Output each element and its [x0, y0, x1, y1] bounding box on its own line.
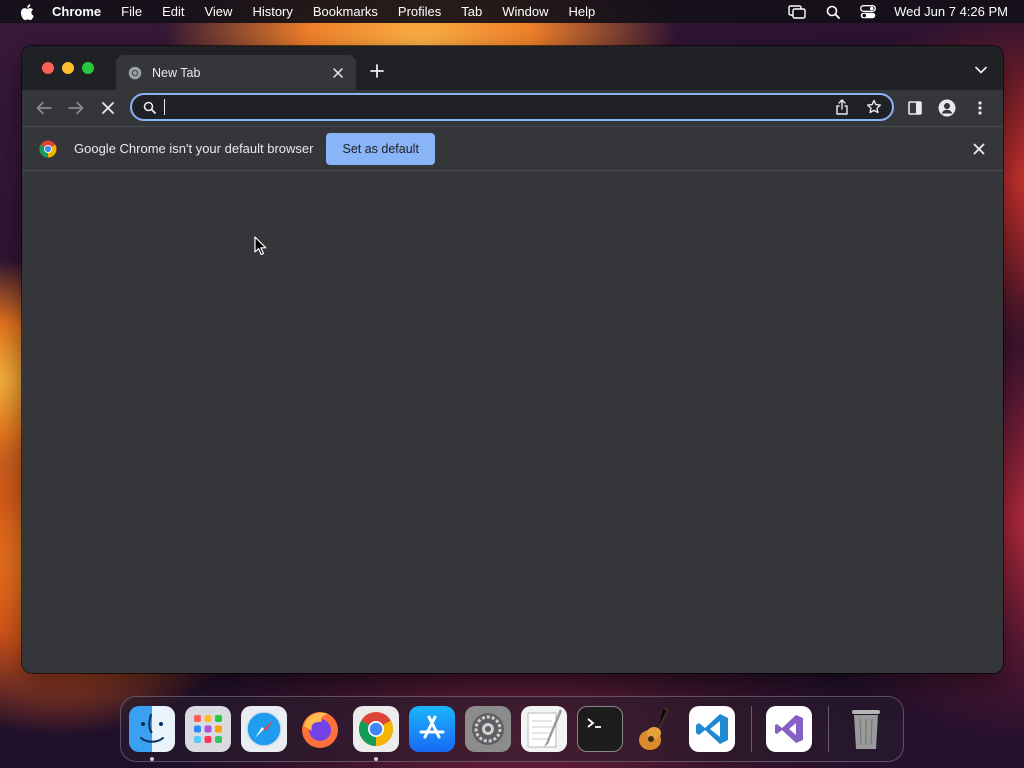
menu-tab[interactable]: Tab	[461, 4, 482, 19]
dock-safari-icon[interactable]	[241, 706, 287, 752]
running-indicator	[150, 757, 154, 761]
menu-help[interactable]: Help	[569, 4, 596, 19]
dock-garageband-icon[interactable]	[633, 706, 679, 752]
dock-launchpad-icon[interactable]	[185, 706, 231, 752]
dock-textedit-icon[interactable]	[521, 706, 567, 752]
menu-profiles[interactable]: Profiles	[398, 4, 441, 19]
address-bar[interactable]	[130, 93, 894, 121]
page-content	[22, 172, 1003, 673]
menu-view[interactable]: View	[204, 4, 232, 19]
browser-window: New Tab Google Chrome isn't your default…	[22, 46, 1003, 673]
chrome-menu-icon[interactable]	[971, 99, 989, 117]
dock-chrome-icon[interactable]	[353, 706, 399, 761]
bookmark-star-icon[interactable]	[866, 99, 882, 115]
dock-app-store-icon[interactable]	[409, 706, 455, 752]
apple-icon[interactable]	[18, 3, 36, 20]
profile-avatar-icon[interactable]	[938, 99, 956, 117]
menu-edit[interactable]: Edit	[162, 4, 184, 19]
tab-new-tab[interactable]: New Tab	[116, 55, 356, 90]
chrome-logo-icon	[39, 140, 57, 158]
tab-search-chevron-icon[interactable]	[973, 64, 989, 76]
close-window-button[interactable]	[42, 62, 54, 74]
control-center-icon[interactable]	[860, 4, 877, 19]
close-infobar-icon[interactable]	[971, 141, 987, 157]
menubar-clock[interactable]: Wed Jun 7 4:26 PM	[894, 4, 1008, 19]
maximize-window-button[interactable]	[82, 62, 94, 74]
menu-bookmarks[interactable]: Bookmarks	[313, 4, 378, 19]
new-tab-button[interactable]	[368, 62, 386, 80]
share-icon[interactable]	[834, 99, 850, 115]
infobar-message: Google Chrome isn't your default browser	[74, 141, 314, 156]
menu-history[interactable]: History	[252, 4, 292, 19]
forward-button[interactable]	[67, 99, 85, 117]
tab-title: New Tab	[152, 65, 201, 80]
tab-strip: New Tab	[22, 46, 1003, 90]
menu-file[interactable]: File	[121, 4, 142, 19]
dock-finder-icon[interactable]	[129, 706, 175, 761]
dock-firefox-icon[interactable]	[297, 706, 343, 752]
dock-vscode-icon[interactable]	[689, 706, 735, 752]
dock-separator	[751, 706, 752, 752]
dock-separator	[828, 706, 829, 752]
toolbar	[22, 90, 1003, 126]
spotlight-search-icon[interactable]	[826, 5, 840, 19]
menu-window[interactable]: Window	[502, 4, 548, 19]
default-browser-infobar: Google Chrome isn't your default browser…	[22, 126, 1003, 171]
dock-trash-icon[interactable]	[843, 706, 889, 752]
search-icon	[142, 100, 156, 114]
menu-app-name[interactable]: Chrome	[52, 4, 101, 19]
side-panel-icon[interactable]	[906, 99, 924, 117]
chrome-favicon-icon	[128, 66, 142, 80]
running-indicator	[374, 757, 378, 761]
menu-bar: Chrome File Edit View History Bookmarks …	[0, 0, 1024, 23]
dock-terminal-icon[interactable]	[577, 706, 623, 752]
dock-system-preferences-icon[interactable]	[465, 706, 511, 752]
text-caret	[164, 99, 165, 115]
minimize-window-button[interactable]	[62, 62, 74, 74]
dock-visual-studio-icon[interactable]	[766, 706, 812, 752]
stop-loading-button[interactable]	[99, 99, 117, 117]
set-as-default-button[interactable]: Set as default	[326, 132, 435, 165]
tab-close-icon[interactable]	[330, 65, 346, 81]
window-controls	[42, 62, 102, 74]
address-input[interactable]	[167, 99, 834, 115]
mouse-cursor-icon	[254, 236, 267, 256]
dock	[120, 696, 904, 762]
back-button[interactable]	[35, 99, 53, 117]
screen-mirroring-icon[interactable]	[788, 4, 806, 19]
